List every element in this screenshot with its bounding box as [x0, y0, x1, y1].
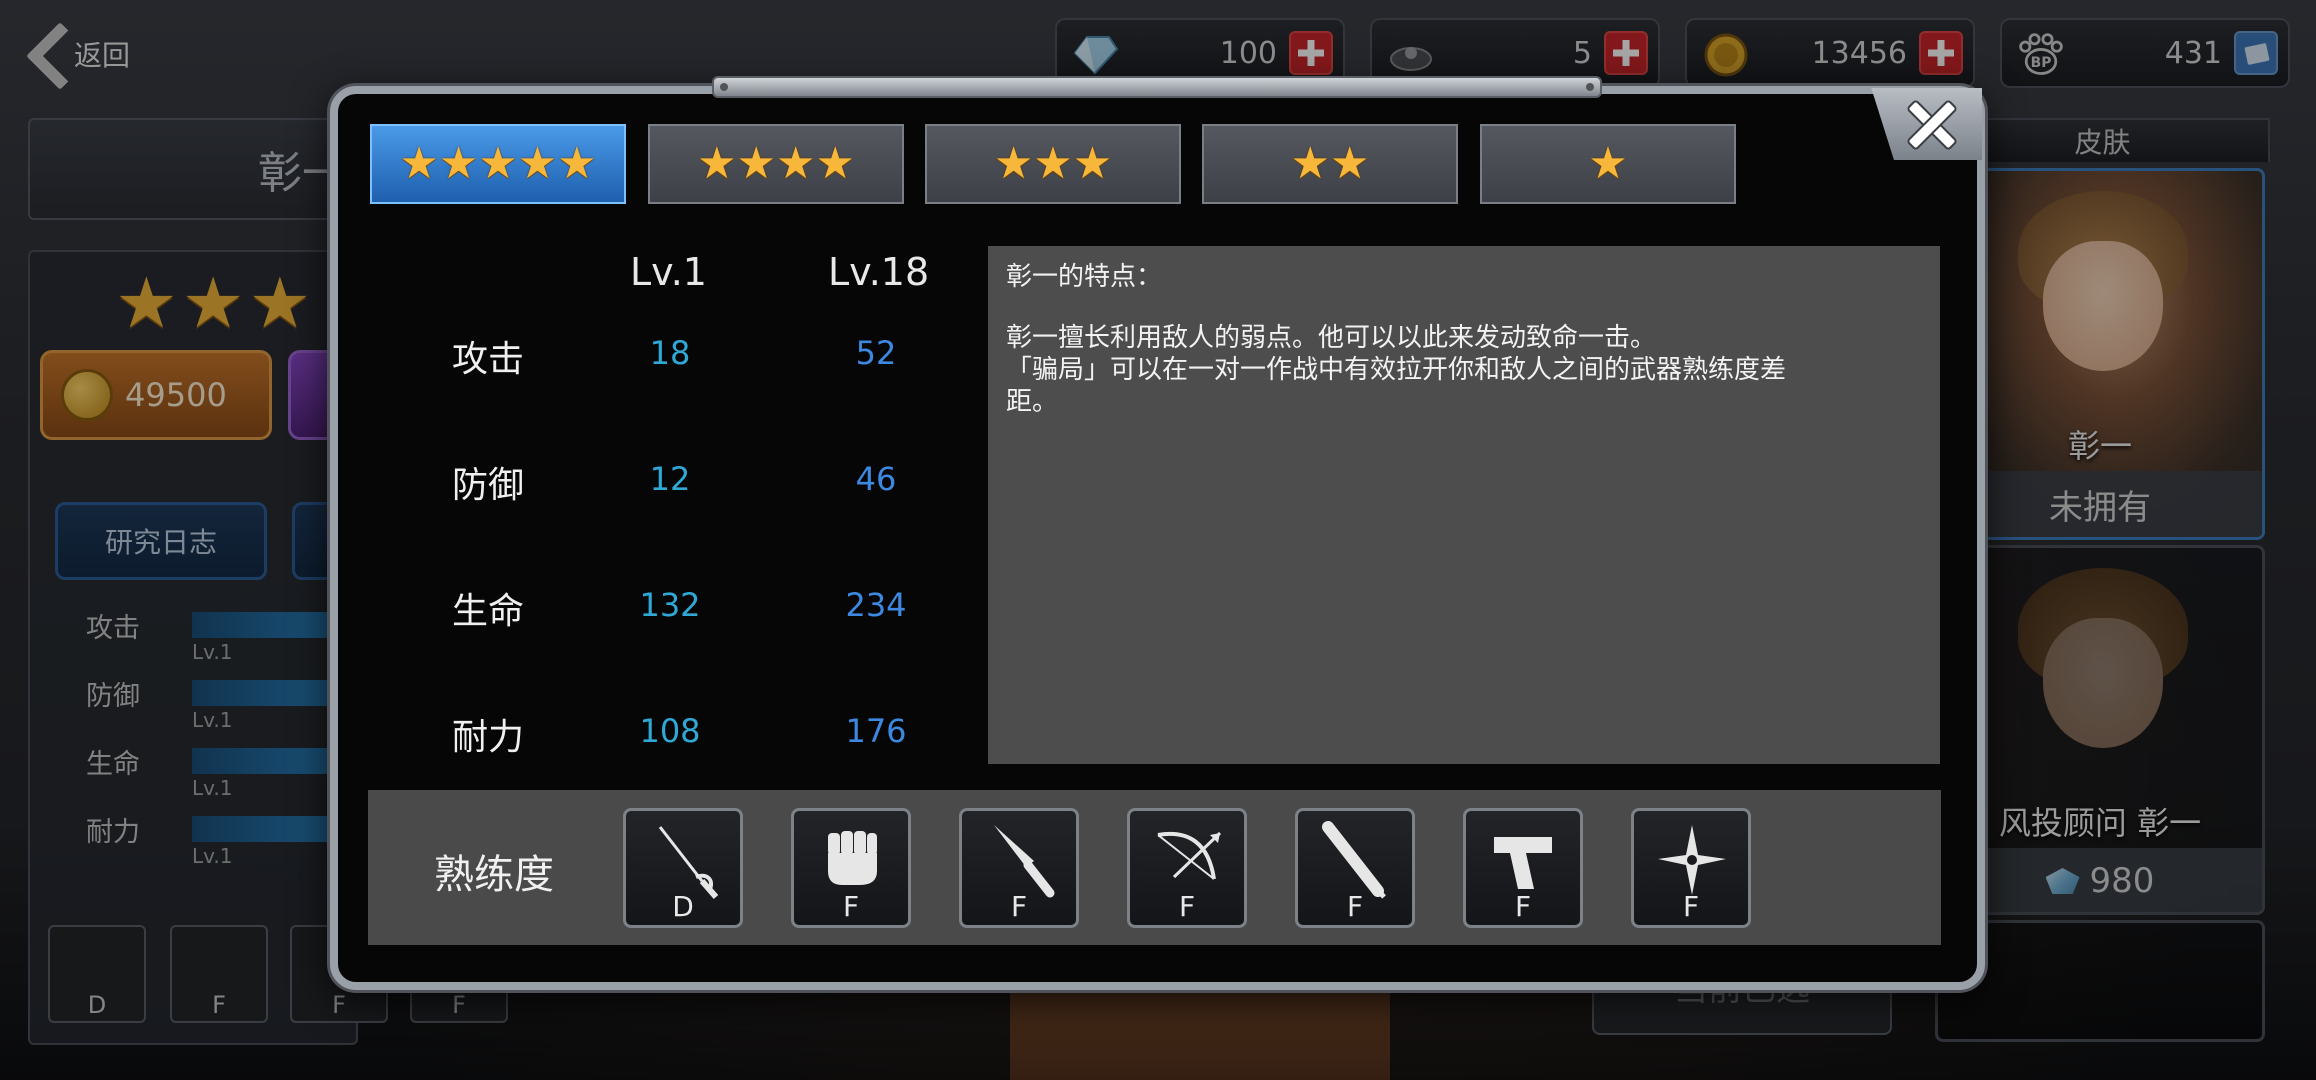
star-icon: ★ — [1588, 138, 1628, 189]
stat-defense-max: 46 — [855, 460, 897, 498]
star-icon: ★★ — [1290, 138, 1370, 189]
stat-attack-label: 攻击 — [452, 339, 525, 380]
character-description-box: 彰一的特点： 彰一擅长利用敌人的弱点。他可以以此来发动致命一击。 「骗局」可以在… — [988, 246, 1940, 764]
star-icon: ★★★★★ — [399, 138, 597, 189]
weapon-fist[interactable]: F — [791, 808, 911, 928]
weapon-shuriken[interactable]: F — [1631, 808, 1751, 928]
weapon-grade: F — [1514, 890, 1532, 923]
star-icon: ★★★★ — [697, 138, 855, 189]
weapon-grade: F — [1178, 890, 1196, 923]
proficiency-label: 熟练度 — [434, 852, 554, 898]
rank-tab-5-star[interactable]: ★★★★★ — [370, 124, 626, 204]
rank-tab-4-star[interactable]: ★★★★ — [648, 124, 904, 204]
rank-tab-1-star[interactable]: ★ — [1480, 124, 1736, 204]
level-min-header: Lv.1 — [630, 250, 707, 294]
stat-attack-max: 52 — [855, 334, 897, 372]
weapon-grade: F — [1346, 890, 1364, 923]
description-body: 彰一擅长利用敌人的弱点。他可以以此来发动致命一击。 「骗局」可以在一对一作战中有… — [1006, 323, 1787, 417]
stat-hp-min: 132 — [639, 586, 701, 624]
stat-stamina-label: 耐力 — [452, 717, 525, 758]
close-icon[interactable] — [1905, 98, 1959, 152]
weapon-grade: D — [672, 890, 694, 923]
weapon-rapier[interactable]: D — [623, 808, 743, 928]
weapon-grade: F — [1682, 890, 1700, 923]
weapon-bow[interactable]: F — [1127, 808, 1247, 928]
weapon-bat[interactable]: F — [1295, 808, 1415, 928]
rank-tab-2-star[interactable]: ★★ — [1202, 124, 1458, 204]
stat-hp-label: 生命 — [452, 591, 525, 632]
stat-defense-min: 12 — [649, 460, 691, 498]
weapon-grade: F — [842, 890, 860, 923]
rank-tab-3-star[interactable]: ★★★ — [925, 124, 1181, 204]
stat-attack-min: 18 — [649, 334, 691, 372]
stat-defense-label: 防御 — [452, 465, 525, 506]
description-title: 彰一的特点： — [1006, 262, 1163, 292]
weapon-grade: F — [1010, 890, 1028, 923]
modal-handle — [712, 76, 1602, 98]
weapon-knife[interactable]: F — [959, 808, 1079, 928]
stat-stamina-max: 176 — [845, 712, 907, 750]
weapon-pistol[interactable]: F — [1463, 808, 1583, 928]
stat-hp-max: 234 — [845, 586, 907, 624]
star-icon: ★★★ — [993, 138, 1113, 189]
level-max-header: Lv.18 — [828, 250, 930, 294]
stat-stamina-min: 108 — [639, 712, 701, 750]
